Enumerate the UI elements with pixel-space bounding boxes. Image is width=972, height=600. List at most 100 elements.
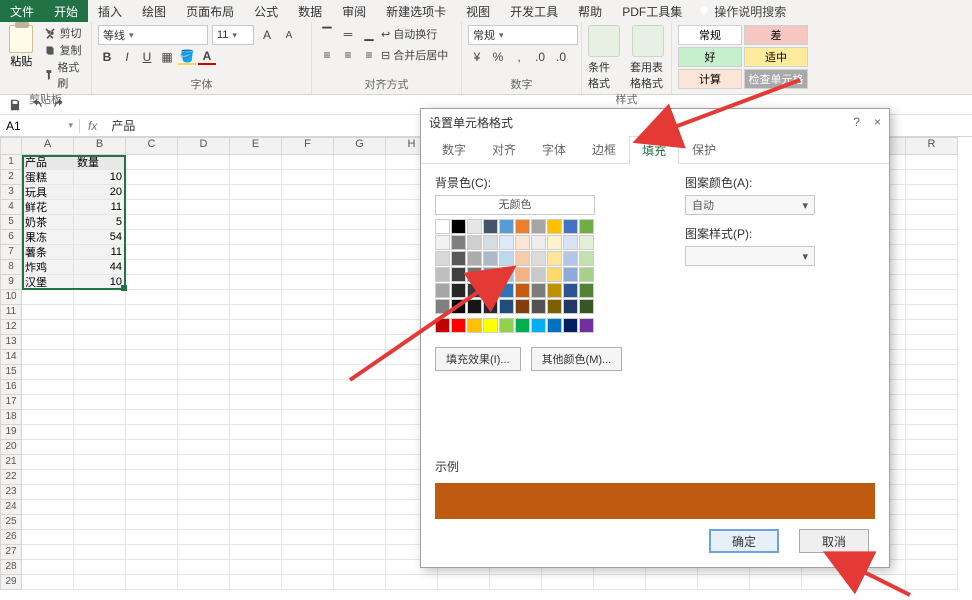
- cell[interactable]: [906, 575, 958, 590]
- color-swatch[interactable]: [563, 283, 578, 298]
- tab-file[interactable]: 文件: [0, 0, 44, 22]
- cut-button[interactable]: 剪切: [43, 25, 85, 41]
- color-swatch[interactable]: [483, 235, 498, 250]
- style-check[interactable]: 检查单元格: [744, 69, 808, 89]
- cell[interactable]: [126, 200, 178, 215]
- undo-icon[interactable]: [30, 98, 44, 112]
- cell[interactable]: [126, 185, 178, 200]
- cell[interactable]: [74, 290, 126, 305]
- cell[interactable]: [230, 380, 282, 395]
- color-swatch[interactable]: [579, 318, 594, 333]
- color-swatch[interactable]: [499, 267, 514, 282]
- row-header[interactable]: 5: [0, 215, 22, 230]
- cell[interactable]: [230, 515, 282, 530]
- cell[interactable]: 玩具: [22, 185, 74, 200]
- cell[interactable]: [906, 365, 958, 380]
- align-bottom-button[interactable]: ▁: [360, 25, 378, 43]
- cell[interactable]: [178, 365, 230, 380]
- cell[interactable]: [74, 560, 126, 575]
- cell[interactable]: [126, 305, 178, 320]
- font-size-combo[interactable]: 11▾: [212, 25, 254, 45]
- cell[interactable]: [126, 170, 178, 185]
- cell[interactable]: [22, 395, 74, 410]
- cell[interactable]: [22, 380, 74, 395]
- cell[interactable]: [178, 275, 230, 290]
- color-swatch[interactable]: [579, 251, 594, 266]
- cell[interactable]: [126, 545, 178, 560]
- cell[interactable]: [334, 290, 386, 305]
- merge-center-button[interactable]: ⊟ 合并后居中: [381, 46, 448, 64]
- cell[interactable]: 10: [74, 275, 126, 290]
- cell[interactable]: [334, 470, 386, 485]
- color-swatch[interactable]: [515, 299, 530, 314]
- cell[interactable]: [230, 455, 282, 470]
- cell[interactable]: [698, 575, 750, 590]
- cell[interactable]: [74, 545, 126, 560]
- cell[interactable]: [230, 215, 282, 230]
- paste-button[interactable]: 粘贴: [6, 25, 37, 69]
- col-header-D[interactable]: D: [178, 137, 230, 155]
- cell[interactable]: [178, 215, 230, 230]
- color-swatch[interactable]: [547, 318, 562, 333]
- cell[interactable]: [126, 335, 178, 350]
- wrap-text-button[interactable]: ↩ 自动换行: [381, 25, 437, 43]
- cell[interactable]: [282, 290, 334, 305]
- style-calc[interactable]: 计算: [678, 69, 742, 89]
- row-header[interactable]: 6: [0, 230, 22, 245]
- cell[interactable]: [22, 470, 74, 485]
- color-swatch[interactable]: [547, 219, 562, 234]
- cell[interactable]: [178, 500, 230, 515]
- row-header[interactable]: 11: [0, 305, 22, 320]
- cell[interactable]: [22, 410, 74, 425]
- cell[interactable]: [74, 425, 126, 440]
- dialog-tab-5[interactable]: 保护: [679, 135, 729, 163]
- cell[interactable]: [178, 305, 230, 320]
- cell[interactable]: [178, 335, 230, 350]
- color-swatch[interactable]: [467, 235, 482, 250]
- cell[interactable]: [74, 500, 126, 515]
- row-header[interactable]: 29: [0, 575, 22, 590]
- cell[interactable]: 蛋糕: [22, 170, 74, 185]
- format-painter-button[interactable]: 格式刷: [43, 59, 85, 91]
- align-right-button[interactable]: ≡: [360, 46, 378, 64]
- row-header[interactable]: 15: [0, 365, 22, 380]
- cell[interactable]: [282, 500, 334, 515]
- cell[interactable]: [178, 155, 230, 170]
- cell[interactable]: [334, 230, 386, 245]
- cell[interactable]: [906, 350, 958, 365]
- tab-10[interactable]: 帮助: [568, 0, 612, 22]
- cell[interactable]: 20: [74, 185, 126, 200]
- color-swatch[interactable]: [499, 283, 514, 298]
- cell[interactable]: [230, 170, 282, 185]
- col-header-G[interactable]: G: [334, 137, 386, 155]
- cell[interactable]: [282, 410, 334, 425]
- cell[interactable]: [126, 260, 178, 275]
- cell[interactable]: [334, 410, 386, 425]
- cell[interactable]: [906, 170, 958, 185]
- color-swatch[interactable]: [451, 219, 466, 234]
- cell[interactable]: [334, 395, 386, 410]
- tab-2[interactable]: 绘图: [132, 0, 176, 22]
- color-swatch[interactable]: [435, 219, 450, 234]
- tab-0[interactable]: 开始: [44, 0, 88, 22]
- cell[interactable]: [74, 395, 126, 410]
- select-all-corner[interactable]: [0, 137, 22, 155]
- align-top-button[interactable]: ▔: [318, 25, 336, 43]
- cell[interactable]: [334, 455, 386, 470]
- row-header[interactable]: 27: [0, 545, 22, 560]
- color-swatch[interactable]: [451, 318, 466, 333]
- color-swatch[interactable]: [467, 219, 482, 234]
- color-swatch[interactable]: [435, 235, 450, 250]
- cell[interactable]: [906, 305, 958, 320]
- cell[interactable]: [178, 350, 230, 365]
- color-swatch[interactable]: [435, 299, 450, 314]
- cell[interactable]: [230, 485, 282, 500]
- cell[interactable]: [906, 200, 958, 215]
- cell[interactable]: [126, 365, 178, 380]
- cell[interactable]: [126, 275, 178, 290]
- cell[interactable]: [126, 560, 178, 575]
- color-swatch[interactable]: [563, 318, 578, 333]
- tell-me[interactable]: 操作说明搜索: [698, 0, 786, 22]
- decrease-font-button[interactable]: A: [280, 26, 298, 44]
- ok-button[interactable]: 确定: [709, 529, 779, 553]
